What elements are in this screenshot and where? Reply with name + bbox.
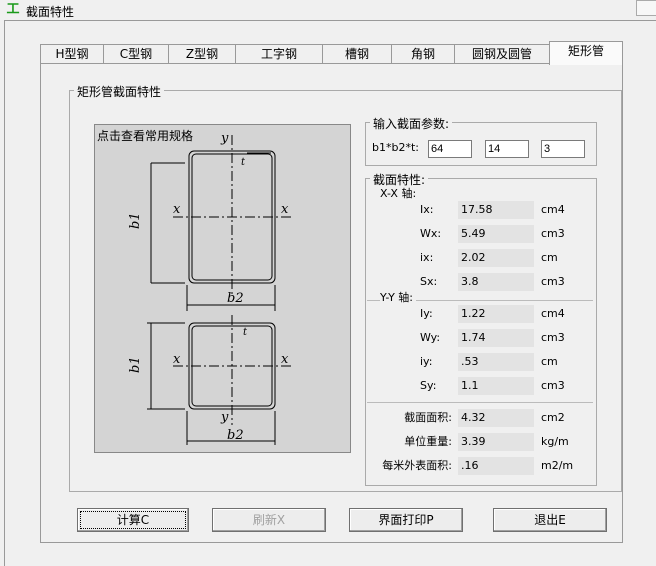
input-label: b1*b2*t: [372,141,419,154]
tab-round[interactable]: 圆钢及圆管 [454,44,550,64]
diagram-x-right-label: x [281,202,289,217]
other-prop-name: 每米外表面积: [382,459,452,472]
yy-prop-name: Wy: [420,331,441,344]
xx-prop-unit: cm3 [541,227,565,240]
yy-prop-value: 1.74 [458,329,534,347]
xx-prop-unit: cm3 [541,275,565,288]
yy-axis-title: Y-Y 轴: [380,289,416,307]
section-group-title: 矩形管截面特性 [74,83,165,100]
xx-prop-unit: cm [541,251,558,264]
other-prop-name: 截面面积: [404,411,452,424]
other-prop-name: 单位重量: [404,435,452,448]
tab-z-steel[interactable]: Z型钢 [168,44,236,64]
tab-rect-tube[interactable]: 矩形管 [549,41,623,65]
yy-prop-value: 1.22 [458,305,534,323]
xx-prop-value: 17.58 [458,201,534,219]
diagram2-x-left-label: x [173,352,181,367]
tab-channel[interactable]: 槽钢 [322,44,392,64]
diagram-b1-label: b1 [128,212,143,229]
section-diagram[interactable]: 点击查看常用规格 y x x t b1 b2 x x t y b1 b2 [94,124,351,453]
b2-input[interactable] [485,140,529,158]
xx-prop-name: Ix: [420,203,434,216]
tab-h-steel[interactable]: H型钢 [40,44,104,64]
exit-button[interactable]: 退出E [493,508,607,532]
t-input[interactable] [541,140,585,158]
tab-c-steel[interactable]: C型钢 [103,44,169,64]
yy-prop-unit: cm3 [541,379,565,392]
b1-input[interactable] [428,140,472,158]
diagram2-y-label: y [220,410,229,425]
diagram2-x-right-label: x [281,352,289,367]
other-prop-unit: m2/m [541,459,574,472]
print-button[interactable]: 界面打印P [349,508,463,532]
xx-prop-name: Wx: [420,227,442,240]
xx-prop-name: Sx: [420,275,438,288]
xx-axis-title: X-X 轴: [380,187,417,200]
other-prop-unit: cm2 [541,411,565,424]
diagram-y-label: y [220,131,229,146]
other-prop-value: 3.39 [458,433,534,451]
diagram-x-left-label: x [173,202,181,217]
yy-prop-name: iy: [420,355,433,368]
xx-prop-value: 5.49 [458,225,534,243]
xx-prop-value: 3.8 [458,273,534,291]
other-prop-value: .16 [458,457,534,475]
close-button[interactable] [636,0,656,16]
yy-prop-name: Sy: [420,379,437,392]
yy-prop-unit: cm4 [541,307,565,320]
divider-2 [367,402,593,403]
calculate-button[interactable]: 计算C [77,508,189,532]
diagram-b2-label: b2 [227,291,244,306]
yy-prop-unit: cm [541,355,558,368]
title-bar: 工 截面特性 [0,0,656,20]
other-prop-value: 4.32 [458,409,534,427]
refresh-button[interactable]: 刷新X [212,508,326,532]
diagram-t-label: t [241,157,246,168]
steel-section-icon: 工 [6,2,20,17]
xx-prop-name: ix: [420,251,434,264]
xx-prop-unit: cm4 [541,203,565,216]
yy-prop-value: 1.1 [458,377,534,395]
tab-angle[interactable]: 角钢 [391,44,455,64]
diagram2-t-label: t [243,327,248,338]
diagram2-b1-label: b1 [128,356,143,373]
window-title: 截面特性 [26,5,75,19]
diagram2-b2-label: b2 [227,428,244,443]
yy-prop-value: .53 [458,353,534,371]
yy-prop-name: Iy: [420,307,433,320]
rect-tube-drawing: y x x t b1 b2 x x t y b1 b2 [128,131,293,445]
tab-i-beam[interactable]: 工字钢 [235,44,323,64]
yy-prop-unit: cm3 [541,331,565,344]
other-prop-unit: kg/m [541,435,569,448]
xx-prop-value: 2.02 [458,249,534,267]
input-group-title: 输入截面参数: [370,115,453,132]
